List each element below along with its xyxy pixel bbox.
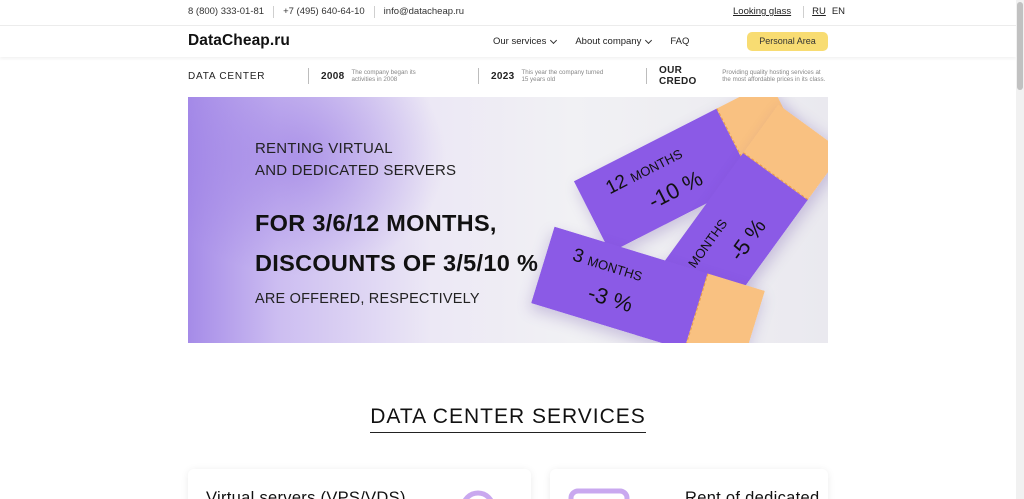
nav-label: About company [575,36,642,47]
stat-2023: 2023 This year the company turned 15 yea… [478,66,606,86]
card-title: Virtual servers (VPS/VDS) [206,489,406,499]
rack-icon [568,488,630,499]
stat-title: 2023 [491,70,515,82]
top-bar-right: Looking glass RU EN [733,6,851,18]
stat-2008: 2008 The company began its activities in… [308,66,436,86]
banner-headline: FOR 3/6/12 MONTHS, DISCOUNTS OF 3/5/10 % [255,203,538,283]
ticket-months-unit: MONTHS [684,216,731,271]
email-link[interactable]: info@datacheap.ru [384,6,473,18]
card-title: Rent of dedicated [685,489,820,499]
top-bar: 8 (800) 333-01-81 +7 (495) 640-64-10 inf… [0,0,1016,26]
phone-link-1[interactable]: 8 (800) 333-01-81 [188,6,275,18]
banner-line: DISCOUNTS OF 3/5/10 % [255,250,539,276]
stat-caption: The company began its activities in 2008 [351,69,416,83]
section-title: DATA CENTER SERVICES [0,405,1016,433]
ticket-discount: -3 % [585,280,636,318]
service-card-dedicated[interactable]: Rent of dedicated [550,469,828,499]
promo-banner[interactable]: RENTING VIRTUAL AND DEDICATED SERVERS FO… [188,97,828,343]
nav-label: FAQ [670,36,690,47]
stat-credo: OUR CREDO Providing quality hosting serv… [646,65,828,87]
phone-link-2[interactable]: +7 (495) 640-64-10 [283,6,375,18]
divider [478,68,479,84]
ticket-months-number: 12 [602,170,631,199]
nav-faq[interactable]: FAQ [670,36,689,47]
personal-area-button[interactable]: Personal Area [747,32,828,51]
banner-line: RENTING VIRTUAL [255,140,393,157]
chevron-down-icon [645,36,653,44]
main-nav: Our services About company FAQ [493,36,708,47]
nav-our-services[interactable]: Our services [493,36,558,47]
looking-glass-link[interactable]: Looking glass [733,6,791,18]
main-header: DataCheap.ru Our services About company … [0,27,1016,57]
ticket-months: 3 MONTHS [570,244,645,287]
lang-ru[interactable]: RU [812,6,826,18]
banner-heading: RENTING VIRTUAL AND DEDICATED SERVERS [255,138,456,182]
lang-en[interactable]: EN [832,6,845,18]
divider [646,68,647,84]
section-heading: DATA CENTER SERVICES [370,405,646,433]
ticket-discount: -5 % [724,213,771,266]
server-icon [462,490,494,499]
stat-data-center: DATA CENTER [188,66,265,86]
banner-line: AND DEDICATED SERVERS [255,162,457,179]
stat-caption: This year the company turned 15 years ol… [521,69,604,83]
nav-label: Our services [493,36,547,47]
logo[interactable]: DataCheap.ru [188,32,290,50]
banner-subline: ARE OFFERED, RESPECTIVELY [255,291,480,307]
contacts: 8 (800) 333-01-81 +7 (495) 640-64-10 inf… [188,6,482,18]
service-card-vps[interactable]: Virtual servers (VPS/VDS) [188,469,531,499]
scrollbar-thumb[interactable] [1017,2,1023,90]
banner-line: FOR 3/6/12 MONTHS, [255,210,497,236]
stat-title: DATA CENTER [188,70,266,82]
divider [308,68,309,84]
page-scrollbar[interactable] [1016,0,1024,499]
stat-title: OUR CREDO [659,65,697,87]
nav-about-company[interactable]: About company [575,36,653,47]
ticket-months-number: 3 [570,244,587,268]
chevron-down-icon [550,36,558,44]
stat-caption: Providing quality hosting services at th… [722,69,826,83]
stats-row: DATA CENTER 2008 The company began its a… [188,65,828,88]
stat-title: 2008 [321,70,345,82]
divider [803,6,805,18]
ticket-months-unit: MONTHS [585,253,645,284]
